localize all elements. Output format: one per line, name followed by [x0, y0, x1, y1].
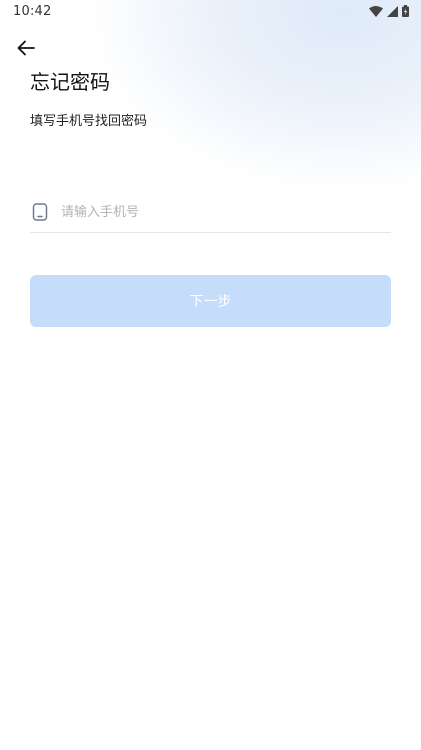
wifi-icon	[369, 5, 383, 17]
signal-icon	[387, 5, 398, 17]
arrow-left-icon	[17, 40, 35, 60]
page-title: 忘记密码	[30, 70, 110, 94]
forgot-password-screen: 10:42 忘记密码 填写手机号找回密码 请输入手机号 下一步	[0, 0, 421, 750]
page-subtitle: 填写手机号找回密码	[30, 114, 148, 129]
next-button[interactable]: 下一步	[30, 275, 391, 327]
phone-field	[30, 192, 391, 233]
phone-icon	[31, 203, 49, 221]
status-icons	[369, 5, 409, 17]
background-gradient	[91, 0, 421, 190]
back-button[interactable]	[12, 36, 40, 64]
battery-icon	[402, 5, 409, 17]
status-bar: 10:42	[0, 0, 421, 24]
phone-input[interactable]	[61, 194, 391, 230]
status-time: 10:42	[13, 4, 52, 19]
